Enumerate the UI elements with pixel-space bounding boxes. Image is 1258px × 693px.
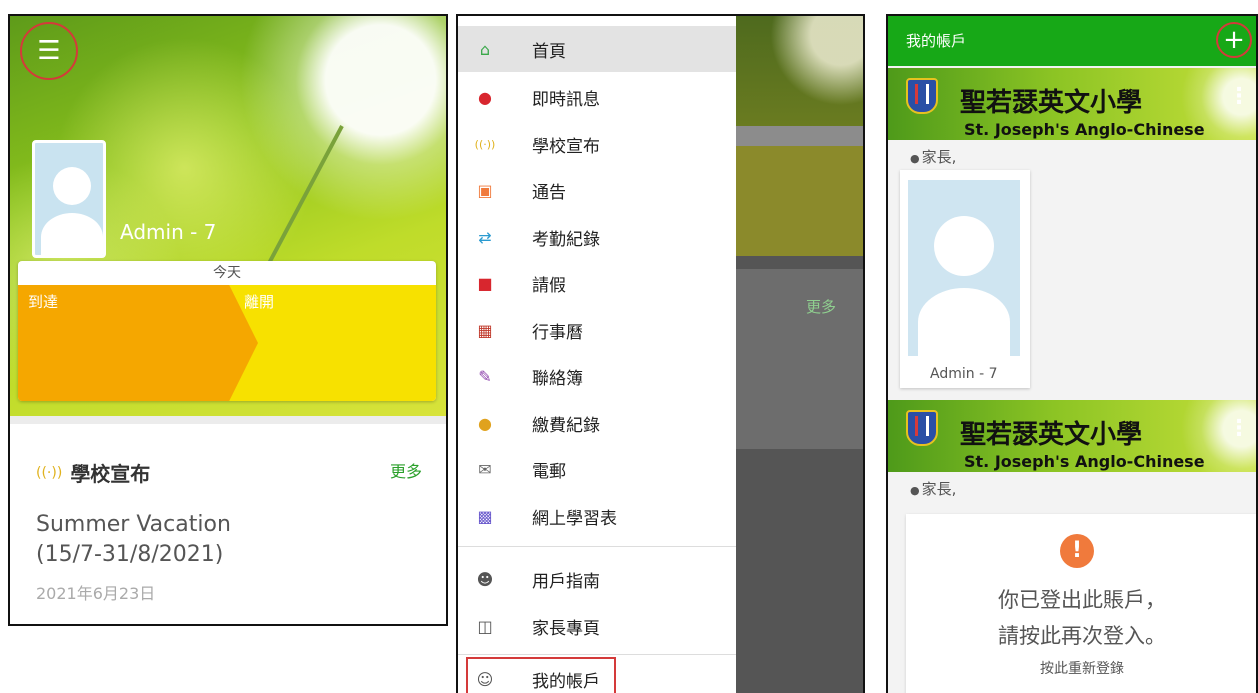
drawer-item-label: 行事曆 [532,322,583,343]
home-icon: ⌂ [479,39,491,59]
message-icon: ● [478,87,492,107]
leave-label: 離開 [244,293,275,311]
logout-message-line1: 你已登出此賬戶， [998,588,1166,612]
drawer-item-contact-book[interactable]: ✎ 聯絡簿 [458,353,736,399]
drawer-item-notices[interactable]: ▣ 通告 [458,167,736,213]
announcement-date: 2021年6月23日 [36,584,156,603]
user-name: Admin - 7 [120,220,217,244]
drawer-item-label: 聯絡簿 [532,368,583,389]
my-account-screen: 我的帳戶 + 聖若瑟英文小學 St. Joseph's Anglo-Chines… [886,14,1258,693]
drawer-item-attendance[interactable]: ⇄ 考勤紀錄 [458,214,736,260]
school-name-en: St. Joseph's Anglo-Chinese [964,452,1205,471]
drawer-item-payment[interactable]: ● 繳費紀錄 [458,400,736,446]
drawer-item-label: 請假 [532,275,566,296]
drawer-item-label: 家長專頁 [532,618,600,639]
menu-button[interactable]: ☰ [20,22,78,80]
leave-icon: ■ [477,273,493,293]
logout-message-line2: 請按此再次登入。 [998,624,1166,648]
role-label: 家長, [921,480,957,498]
person-icon: ● [910,152,920,165]
account-role: ● 家長, [910,146,956,167]
drawer-item-label: 用戶指南 [532,571,600,592]
drawer-item-learning-sheet[interactable]: ▩ 網上學習表 [458,493,736,539]
drawer-item-messages[interactable]: ● 即時訊息 [458,74,736,120]
dimmed-background[interactable]: 更多 [736,16,863,693]
drawer-item-label: 即時訊息 [532,89,600,110]
person-icon: ● [910,484,920,497]
navigation-drawer: ⌂ 首頁 ● 即時訊息 ((·)) 學校宣布 ▣ 通告 ⇄ 考勤紀錄 ■ 請假 … [458,16,736,693]
warning-icon: ! [1060,534,1094,568]
school-crest-icon [906,410,938,446]
relogin-link[interactable]: 按此重新登錄 [906,658,1256,678]
announcement-dates: (15/7-31/8/2021) [36,542,224,567]
drawer-item-parent-page[interactable]: ◫ 家長專頁 [458,603,736,649]
plus-icon: + [1223,25,1245,55]
drawer-item-label: 網上學習表 [532,508,617,529]
school-crest-icon [906,78,938,114]
section-title: 學校宣布 [70,462,151,486]
payment-icon: ● [478,413,492,433]
drawer-divider [458,546,736,547]
role-label: 家長, [921,148,957,166]
drawer-item-label: 首頁 [532,41,566,62]
school-banner[interactable]: 聖若瑟英文小學 St. Joseph's Anglo-Chinese ⋮ [888,68,1256,140]
contact-book-icon: ✎ [478,366,492,386]
notice-icon: ▣ [477,180,493,200]
more-options-icon[interactable]: ⋮ [1228,416,1250,441]
mail-icon: ✉ [478,459,492,479]
attendance-card[interactable]: 今天 到達 離開 [18,261,436,401]
parent-page-icon: ◫ [477,616,493,636]
navigation-drawer-screen: 更多 ⌂ 首頁 ● 即時訊息 ((·)) 學校宣布 ▣ 通告 ⇄ 考勤紀錄 ■ … [456,14,865,693]
drawer-item-calendar[interactable]: ▦ 行事曆 [458,307,736,353]
learning-sheet-icon: ▩ [477,506,493,526]
drawer-item-label: 考勤紀錄 [532,229,600,250]
calendar-icon: ▦ [477,320,493,340]
logged-out-card[interactable]: ! 你已登出此賬戶， 請按此再次登入。 按此重新登錄 [906,514,1256,693]
drawer-divider [458,654,736,655]
hamburger-icon: ☰ [37,36,61,66]
announcement-title: Summer Vacation [36,512,231,537]
school-name-zh: 聖若瑟英文小學 [960,88,1143,118]
drawer-item-user-guide[interactable]: ☻ 用戶指南 [458,556,736,602]
page-title: 我的帳戶 [906,32,967,50]
drawer-item-label: 電郵 [532,461,566,482]
attendance-today-label: 今天 [213,265,241,281]
add-account-button[interactable]: + [1216,22,1252,58]
background-more-link: 更多 [806,298,837,316]
school-banner[interactable]: 聖若瑟英文小學 St. Joseph's Anglo-Chinese ⋮ [888,400,1256,472]
attendance-arrows-icon: ⇄ [478,227,492,247]
user-guide-icon: ☻ [476,569,494,589]
drawer-item-label: 通告 [532,182,566,203]
more-options-icon[interactable]: ⋮ [1228,84,1250,109]
school-name-zh: 聖若瑟英文小學 [960,420,1143,450]
drawer-item-label: 學校宣布 [532,136,600,157]
more-link[interactable]: 更多 [390,458,422,482]
profile-card[interactable]: Admin - 7 [900,170,1030,388]
highlight-box [466,657,616,693]
drawer-item-email[interactable]: ✉ 電郵 [458,446,736,492]
arrive-label: 到達 [28,293,59,311]
drawer-item-announcements[interactable]: ((·)) 學校宣布 [458,121,736,167]
profile-name: Admin - 7 [930,366,998,382]
announcement-item[interactable]: Summer Vacation (15/7-31/8/2021) [36,510,336,570]
drawer-item-label: 繳費紀錄 [532,415,600,436]
school-name-en: St. Joseph's Anglo-Chinese [964,120,1205,139]
broadcast-icon: ((·)) [36,464,63,481]
app-bar: 我的帳戶 + [888,16,1256,66]
avatar [908,180,1020,356]
school-announcement-section: ((·)) 學校宣布 更多 Summer Vacation (15/7-31/8… [10,416,446,624]
avatar[interactable] [32,140,106,258]
account-role: ● 家長, [910,478,956,499]
drawer-item-leave[interactable]: ■ 請假 [458,260,736,306]
home-screen: ☰ Admin - 7 今天 到達 離開 ((·)) 學校宣布 更多 Summe… [8,14,448,626]
drawer-item-home[interactable]: ⌂ 首頁 [458,26,736,72]
broadcast-icon: ((·)) [474,137,496,151]
